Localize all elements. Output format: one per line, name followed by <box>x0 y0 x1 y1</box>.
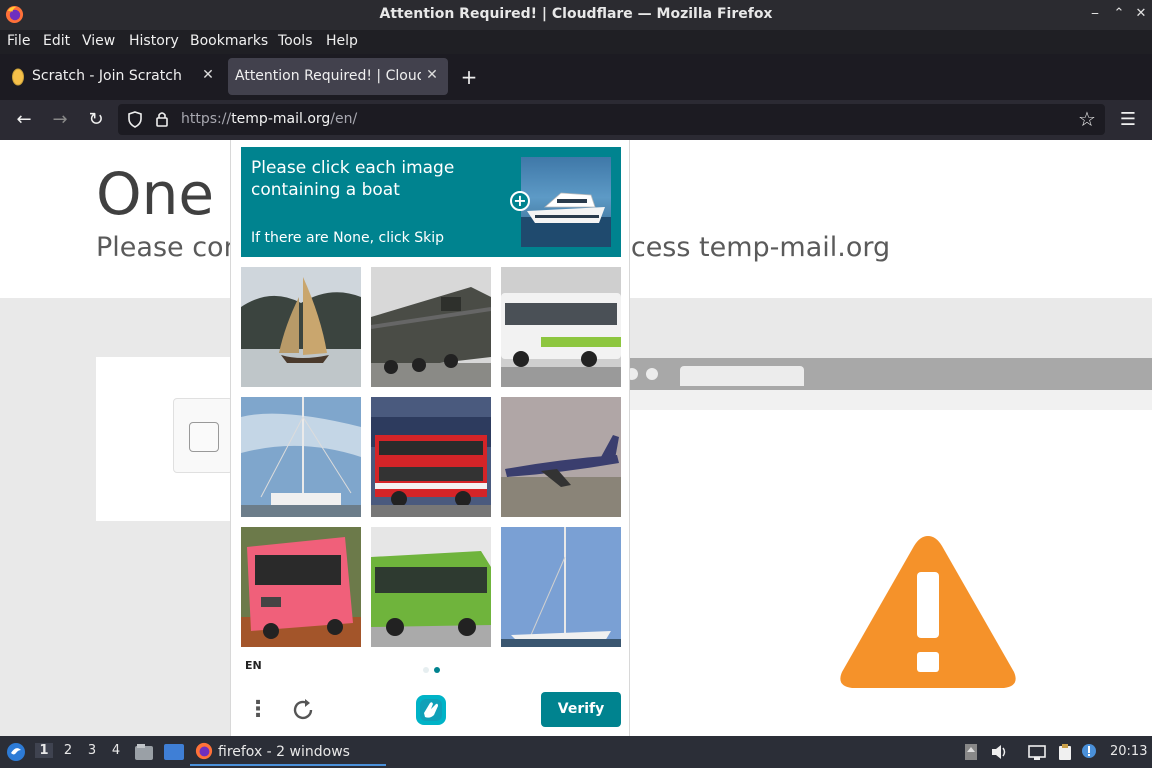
file-manager-icon[interactable] <box>134 742 154 762</box>
workspace-4[interactable]: 4 <box>107 743 125 758</box>
maximize-button[interactable]: ⌃ <box>1110 5 1128 23</box>
close-window-button[interactable]: ✕ <box>1132 5 1150 23</box>
notification-icon[interactable] <box>1080 743 1098 761</box>
start-menu-icon[interactable] <box>6 742 26 762</box>
human-checkbox[interactable] <box>189 422 219 452</box>
captcha-tile-sailboat-mast[interactable] <box>241 397 361 517</box>
bookmark-star-icon[interactable]: ☆ <box>1078 107 1096 131</box>
menu-bar: File Edit View History Bookmarks Tools H… <box>0 30 1152 54</box>
menu-edit[interactable]: Edit <box>43 33 70 49</box>
forward-button[interactable]: → <box>48 108 72 132</box>
window-title: Attention Required! | Cloudflare — Mozil… <box>379 6 773 22</box>
tab-attention-required[interactable]: Attention Required! | Cloudfl ✕ <box>228 58 448 95</box>
captcha-prompt: Please click each image containing a boa… <box>251 158 455 200</box>
minimize-button[interactable]: ⎯ <box>1086 5 1104 23</box>
back-button[interactable]: ← <box>12 108 36 132</box>
navigation-bar: ← → ↻ https://temp-mail.org/en/ ☆ ☰ <box>0 100 1152 140</box>
browser-illustration-toolbar <box>610 390 1152 410</box>
example-zoom-icon[interactable]: + <box>510 191 530 211</box>
workspace-3[interactable]: 3 <box>83 743 101 758</box>
captcha-sub-prompt: If there are None, click Skip <box>251 230 445 246</box>
menu-view[interactable]: View <box>82 33 115 49</box>
captcha-tile-green-bus[interactable] <box>371 527 491 647</box>
workspace-1[interactable]: 1 <box>35 743 53 758</box>
tab-scratch[interactable]: Scratch - Join Scratch ✕ <box>2 58 222 95</box>
close-tab-icon[interactable]: ✕ <box>424 67 440 83</box>
captcha-challenge: Please click each image containing a boa… <box>230 140 630 736</box>
clipboard-icon[interactable] <box>1056 743 1074 761</box>
tab-label: Attention Required! | Cloudfl <box>235 68 421 84</box>
captcha-tile-bus[interactable] <box>501 267 621 387</box>
menu-bookmarks[interactable]: Bookmarks <box>190 33 268 49</box>
network-icon[interactable] <box>1028 743 1046 761</box>
challenge-checkbox-container <box>173 398 233 473</box>
scratch-icon <box>12 68 24 86</box>
desktop-icon[interactable] <box>163 743 185 761</box>
captcha-tile-train[interactable] <box>371 267 491 387</box>
tab-label: Scratch - Join Scratch <box>32 68 182 84</box>
clock: 20:13 <box>1110 744 1148 759</box>
captcha-tile-sailboat[interactable] <box>241 267 361 387</box>
page-dot-active <box>434 667 440 673</box>
menu-file[interactable]: File <box>7 33 30 49</box>
menu-history[interactable]: History <box>129 33 179 49</box>
workspace-2[interactable]: 2 <box>59 743 77 758</box>
refresh-icon[interactable] <box>289 696 317 724</box>
captcha-tile-airplane[interactable] <box>501 397 621 517</box>
captcha-tile-sailboat-sky[interactable] <box>501 527 621 647</box>
taskbar-firefox-label: firefox - 2 windows <box>218 744 350 760</box>
verify-button[interactable]: Verify <box>541 692 621 727</box>
window-titlebar: Attention Required! | Cloudflare — Mozil… <box>0 0 1152 30</box>
url-text[interactable]: https://temp-mail.org/en/ <box>181 111 357 127</box>
page-subline-tail: ccess temp-mail.org <box>616 232 891 263</box>
close-tab-icon[interactable]: ✕ <box>200 67 216 83</box>
tab-bar: Scratch - Join Scratch ✕ Attention Requi… <box>0 54 1152 100</box>
shield-icon[interactable] <box>127 111 143 128</box>
new-tab-button[interactable]: + <box>458 66 480 88</box>
page-subline: Please com <box>96 232 250 263</box>
volume-icon[interactable] <box>990 743 1008 761</box>
firefox-icon <box>195 742 213 760</box>
captcha-prompt-header: Please click each image containing a boa… <box>241 147 621 257</box>
page-dot <box>423 667 429 673</box>
captcha-tile-pink-bus[interactable] <box>241 527 361 647</box>
taskbar: 1 2 3 4 firefox - 2 windows 20:13 <box>0 736 1152 768</box>
url-bar[interactable]: https://temp-mail.org/en/ ☆ <box>118 104 1105 135</box>
captcha-language[interactable]: EN <box>245 659 262 672</box>
upload-icon[interactable] <box>962 743 980 761</box>
menu-tools[interactable]: Tools <box>278 33 313 49</box>
menu-help[interactable]: Help <box>326 33 358 49</box>
warning-icon <box>840 536 1016 688</box>
hcaptcha-logo-icon[interactable] <box>414 693 448 727</box>
captcha-menu-button[interactable]: ⋮ <box>247 696 269 724</box>
lock-icon[interactable] <box>155 110 169 128</box>
reload-button[interactable]: ↻ <box>84 108 108 132</box>
hamburger-menu-icon[interactable]: ☰ <box>1116 108 1140 132</box>
captcha-tile-double-decker-bus[interactable] <box>371 397 491 517</box>
taskbar-firefox[interactable]: firefox - 2 windows <box>190 738 386 766</box>
captcha-example-image <box>521 157 611 247</box>
